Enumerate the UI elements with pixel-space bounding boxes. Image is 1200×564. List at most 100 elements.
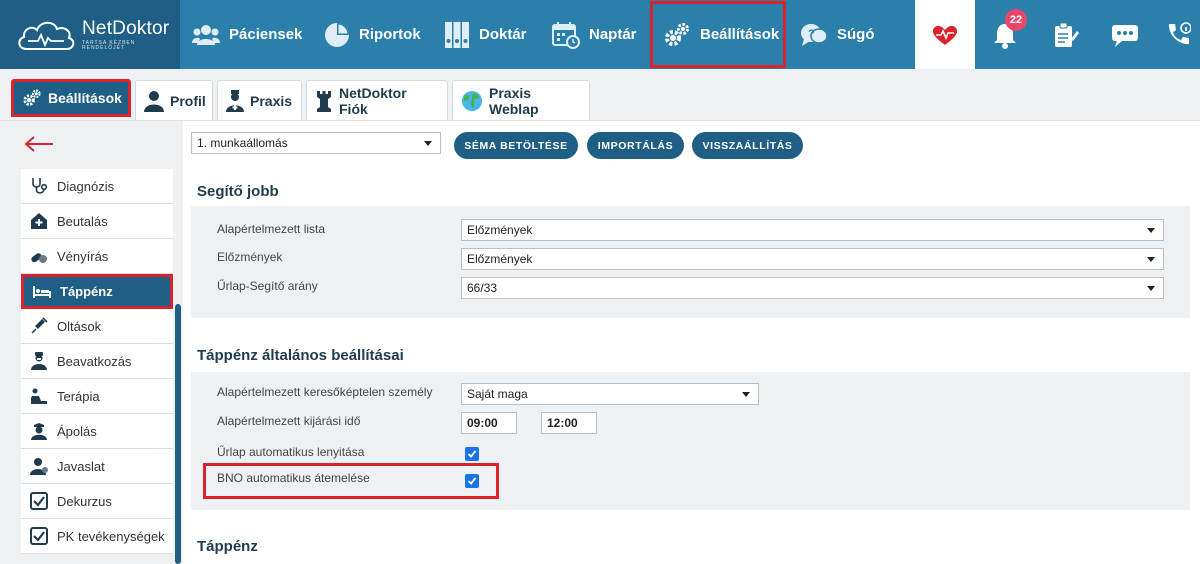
history-select[interactable]: Előzmények xyxy=(461,248,1164,270)
bno-checkbox[interactable] xyxy=(465,474,479,488)
sidebar-item-label: Beavatkozás xyxy=(57,353,132,369)
checkmark-icon xyxy=(467,477,477,485)
tab-settings[interactable]: Beállítások xyxy=(11,79,131,117)
auto-open-label: Űrlap automatikus lenyitása xyxy=(217,445,365,459)
sidebar-item-label: Oltások xyxy=(57,318,102,334)
nav-item-calendar[interactable]: Naptár xyxy=(540,0,648,69)
ratio-select[interactable]: 66/33 xyxy=(461,277,1164,299)
app-logo[interactable]: NetDoktor TARTSA KÉZBEN RENDELŐJÉT xyxy=(0,0,180,69)
sidebar-item-label: Diagnózis xyxy=(57,178,115,194)
nav-item-label: Riportok xyxy=(359,26,421,43)
tab-practice[interactable]: Praxis xyxy=(217,80,302,120)
settings-sidebar: Diagnózis Beutalás Vényírás Táppénz Oltá… xyxy=(0,121,183,564)
globe-icon xyxy=(461,90,483,112)
sidebar-item-label: Ápolás xyxy=(57,423,97,439)
default-time-label: Alapértelmezett kijárási idő xyxy=(217,414,361,428)
tab-label: Praxis Weblap xyxy=(489,84,539,117)
nurse-icon xyxy=(29,422,49,440)
nav-item-label: Páciensek xyxy=(229,26,303,43)
notification-badge: 22 xyxy=(1005,9,1027,31)
import-button[interactable]: IMPORTÁLÁS xyxy=(587,132,684,159)
sidebar-item-diagnosis[interactable]: Diagnózis xyxy=(21,169,173,204)
brand-heart-icon xyxy=(932,25,958,45)
sidebar-item-label: Terápia xyxy=(57,388,100,404)
sidebar-item-pk-activities[interactable]: PK tevékenységek xyxy=(21,519,173,554)
sidebar-item-recommendation[interactable]: Javaslat xyxy=(21,449,173,484)
sidebar-item-referral[interactable]: Beutalás xyxy=(21,204,173,239)
workstation-value: 1. munkaállomás xyxy=(197,136,288,150)
settings-menu: Diagnózis Beutalás Vényírás Táppénz Oltá… xyxy=(21,169,173,554)
default-person-select[interactable]: Saját maga xyxy=(461,383,759,405)
sidebar-item-therapy[interactable]: Terápia xyxy=(21,379,173,414)
notifications-button[interactable]: 22 xyxy=(975,0,1035,69)
messages-button[interactable] xyxy=(1095,0,1155,69)
chevron-down-icon xyxy=(1147,286,1155,291)
default-list-select[interactable]: Előzmények xyxy=(461,219,1164,241)
tab-label: Beállítások xyxy=(48,90,122,106)
chevron-down-icon xyxy=(1147,228,1155,233)
users-icon xyxy=(192,24,220,46)
tasks-button[interactable] xyxy=(1035,0,1095,69)
tab-profile[interactable]: Profil xyxy=(135,80,213,120)
sidebar-item-label: PK tevékenységek xyxy=(57,528,165,544)
binders-icon xyxy=(444,21,470,49)
chevron-down-icon xyxy=(424,141,432,146)
sidebar-scrollbar[interactable] xyxy=(175,304,181,564)
nav-item-label: Beállítások xyxy=(700,26,780,43)
calendar-icon xyxy=(552,21,580,49)
section-title-sick-pay-settings: Táppénz általános beállításai xyxy=(197,347,404,364)
nav-item-settings[interactable]: Beállítások xyxy=(650,1,786,75)
checkmark-icon xyxy=(467,450,477,458)
sidebar-item-vaccinations[interactable]: Oltások xyxy=(21,309,173,344)
clipboard-pen-icon xyxy=(1055,22,1079,47)
sidebar-item-label: Vényírás xyxy=(57,248,109,264)
back-button[interactable] xyxy=(24,136,54,157)
time-to-input[interactable]: 12:00 xyxy=(541,412,597,434)
sidebar-item-label: Dekurzus xyxy=(57,493,112,509)
nav-item-label: Doktár xyxy=(479,26,527,43)
history-label: Előzmények xyxy=(217,250,283,264)
time-from-input[interactable]: 09:00 xyxy=(461,412,517,434)
default-list-value: Előzmények xyxy=(467,223,533,237)
default-person-value: Saját maga xyxy=(467,387,528,401)
sidebar-item-nursing[interactable]: Ápolás xyxy=(21,414,173,449)
phone-info-icon xyxy=(1168,21,1191,44)
sidebar-item-decursus[interactable]: Dekurzus xyxy=(21,484,173,519)
gears-icon xyxy=(663,21,691,49)
chess-rook-icon xyxy=(315,90,333,112)
auto-open-checkbox[interactable] xyxy=(465,447,479,461)
top-navigation-bar: NetDoktor TARTSA KÉZBEN RENDELŐJÉT Pácie… xyxy=(0,0,1200,75)
settings-tab-bar: Beállítások Profil Praxis NetDoktor Fiók… xyxy=(0,69,1200,121)
brand-button[interactable] xyxy=(915,0,975,69)
sidebar-item-prescription[interactable]: Vényírás xyxy=(21,239,173,274)
cloud-heartbeat-icon xyxy=(18,21,75,50)
sidebar-item-label: Beutalás xyxy=(57,213,108,229)
tab-practice-website[interactable]: Praxis Weblap xyxy=(452,80,590,120)
restore-button[interactable]: VISSZAÁLLÍTÁS xyxy=(692,132,803,159)
chevron-down-icon xyxy=(1147,257,1155,262)
top-right-actions: 22 xyxy=(915,0,1200,69)
chevron-down-icon xyxy=(742,392,750,397)
sidebar-item-sick-pay[interactable]: Táppénz xyxy=(21,274,173,309)
doctor-icon xyxy=(226,89,244,112)
nav-item-patients[interactable]: Páciensek xyxy=(180,0,312,69)
phone-button[interactable] xyxy=(1155,0,1200,69)
tab-label: Praxis xyxy=(250,92,293,109)
ratio-label: Űrlap-Segítő arány xyxy=(217,279,318,293)
tab-netdoktor-account[interactable]: NetDoktor Fiók xyxy=(306,80,448,120)
user-advice-icon xyxy=(29,457,49,475)
load-schema-button[interactable]: SÉMA BETÖLTÉSE xyxy=(454,132,578,159)
nav-item-help[interactable]: ? Súgó xyxy=(788,0,888,69)
main-nav: Páciensek Riportok Doktár Naptár Beállít… xyxy=(180,0,888,75)
nav-item-doktar[interactable]: Doktár xyxy=(432,0,540,69)
sidebar-item-label: Táppénz xyxy=(60,284,113,299)
hospital-icon xyxy=(29,212,49,230)
logo-name: NetDoktor xyxy=(82,17,170,39)
history-value: Előzmények xyxy=(467,252,533,266)
help-chat-icon: ? xyxy=(800,22,828,48)
nav-item-reports[interactable]: Riportok xyxy=(312,0,432,69)
nav-item-label: Súgó xyxy=(837,26,875,43)
therapy-icon xyxy=(29,387,49,405)
workstation-select[interactable]: 1. munkaállomás xyxy=(191,132,441,154)
sidebar-item-intervention[interactable]: Beavatkozás xyxy=(21,344,173,379)
